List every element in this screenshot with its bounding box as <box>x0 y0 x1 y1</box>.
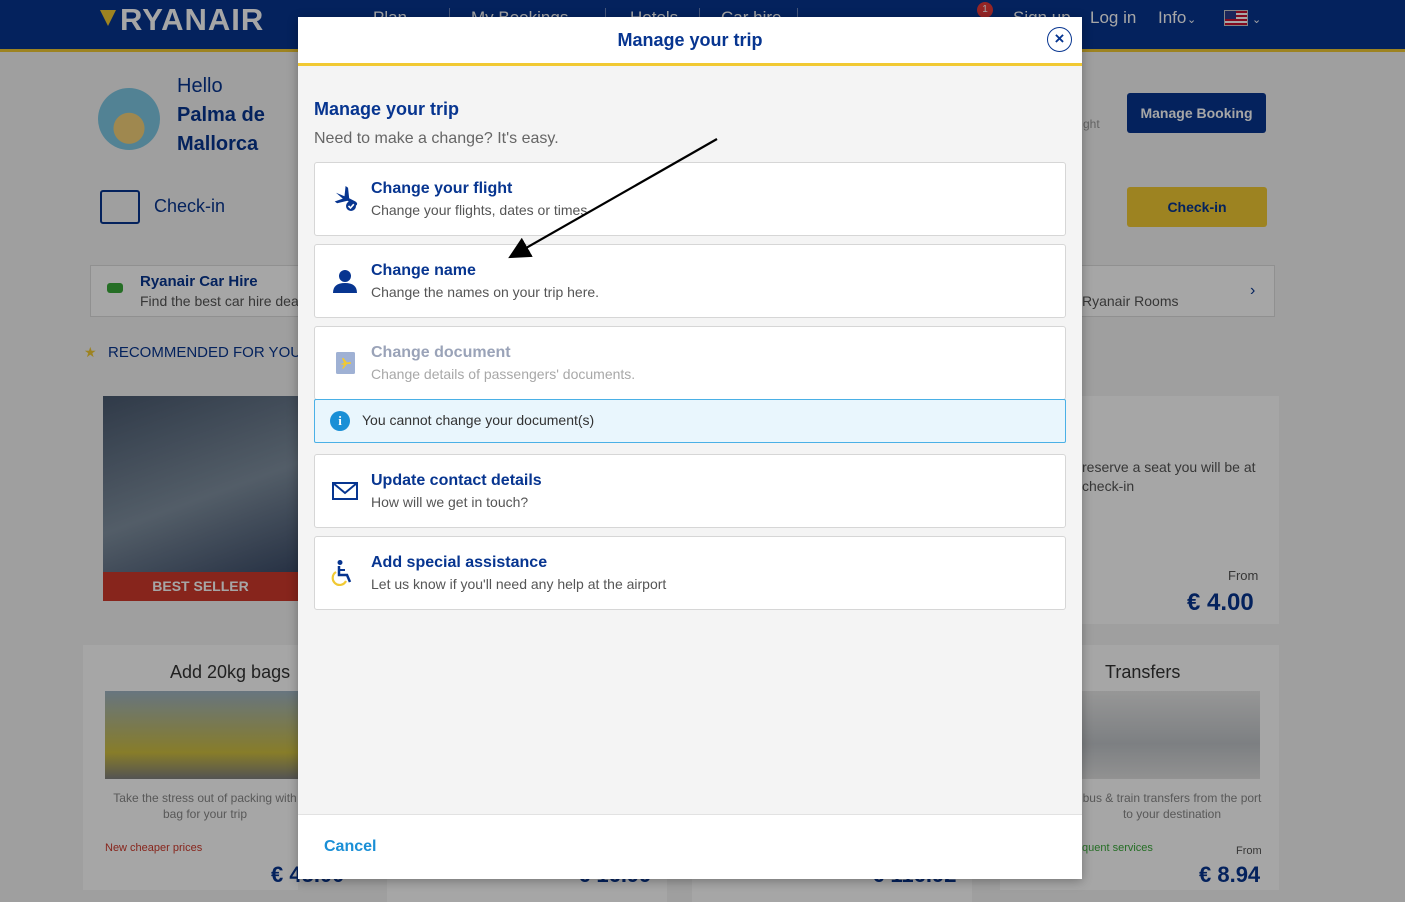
change-flight-option[interactable]: Change your flight Change your flights, … <box>314 162 1066 236</box>
envelope-icon <box>332 482 358 500</box>
change-name-option[interactable]: Change name Change the names on your tri… <box>314 244 1066 318</box>
wheelchair-icon <box>331 560 352 586</box>
info-icon: i <box>330 411 350 431</box>
option-subtitle: Change the names on your trip here. <box>371 284 600 300</box>
change-document-option: Change document Change details of passen… <box>314 326 1066 400</box>
plane-icon <box>334 185 358 211</box>
info-text: You cannot change your document(s) <box>362 412 595 428</box>
modal-header: Manage your trip × <box>298 17 1082 66</box>
option-subtitle: How will we get in touch? <box>371 494 529 510</box>
option-title: Change document <box>371 344 511 361</box>
option-subtitle: Let us know if you'll need any help at t… <box>371 576 667 592</box>
option-subtitle: Change details of passengers' documents. <box>371 366 636 382</box>
modal-title: Manage your trip <box>617 30 763 50</box>
person-icon <box>333 270 357 293</box>
document-info-message: i You cannot change your document(s) <box>314 399 1066 443</box>
option-title: Update contact details <box>371 472 542 489</box>
cancel-button[interactable]: Cancel <box>324 838 376 856</box>
option-subtitle: Change your flights, dates or times <box>371 202 588 218</box>
option-title: Change your flight <box>371 180 513 197</box>
special-assistance-option[interactable]: Add special assistance Let us know if yo… <box>314 536 1066 610</box>
passport-icon <box>336 352 355 374</box>
close-icon[interactable]: × <box>1047 27 1072 52</box>
section-title: Manage your trip <box>314 99 460 119</box>
modal-footer: Cancel <box>298 814 1082 879</box>
manage-trip-modal: Manage your trip × Manage your trip Need… <box>298 17 1082 879</box>
option-title: Add special assistance <box>371 554 548 571</box>
update-contact-option[interactable]: Update contact details How will we get i… <box>314 454 1066 528</box>
option-title: Change name <box>371 262 476 279</box>
section-subtitle: Need to make a change? It's easy. <box>314 130 559 147</box>
